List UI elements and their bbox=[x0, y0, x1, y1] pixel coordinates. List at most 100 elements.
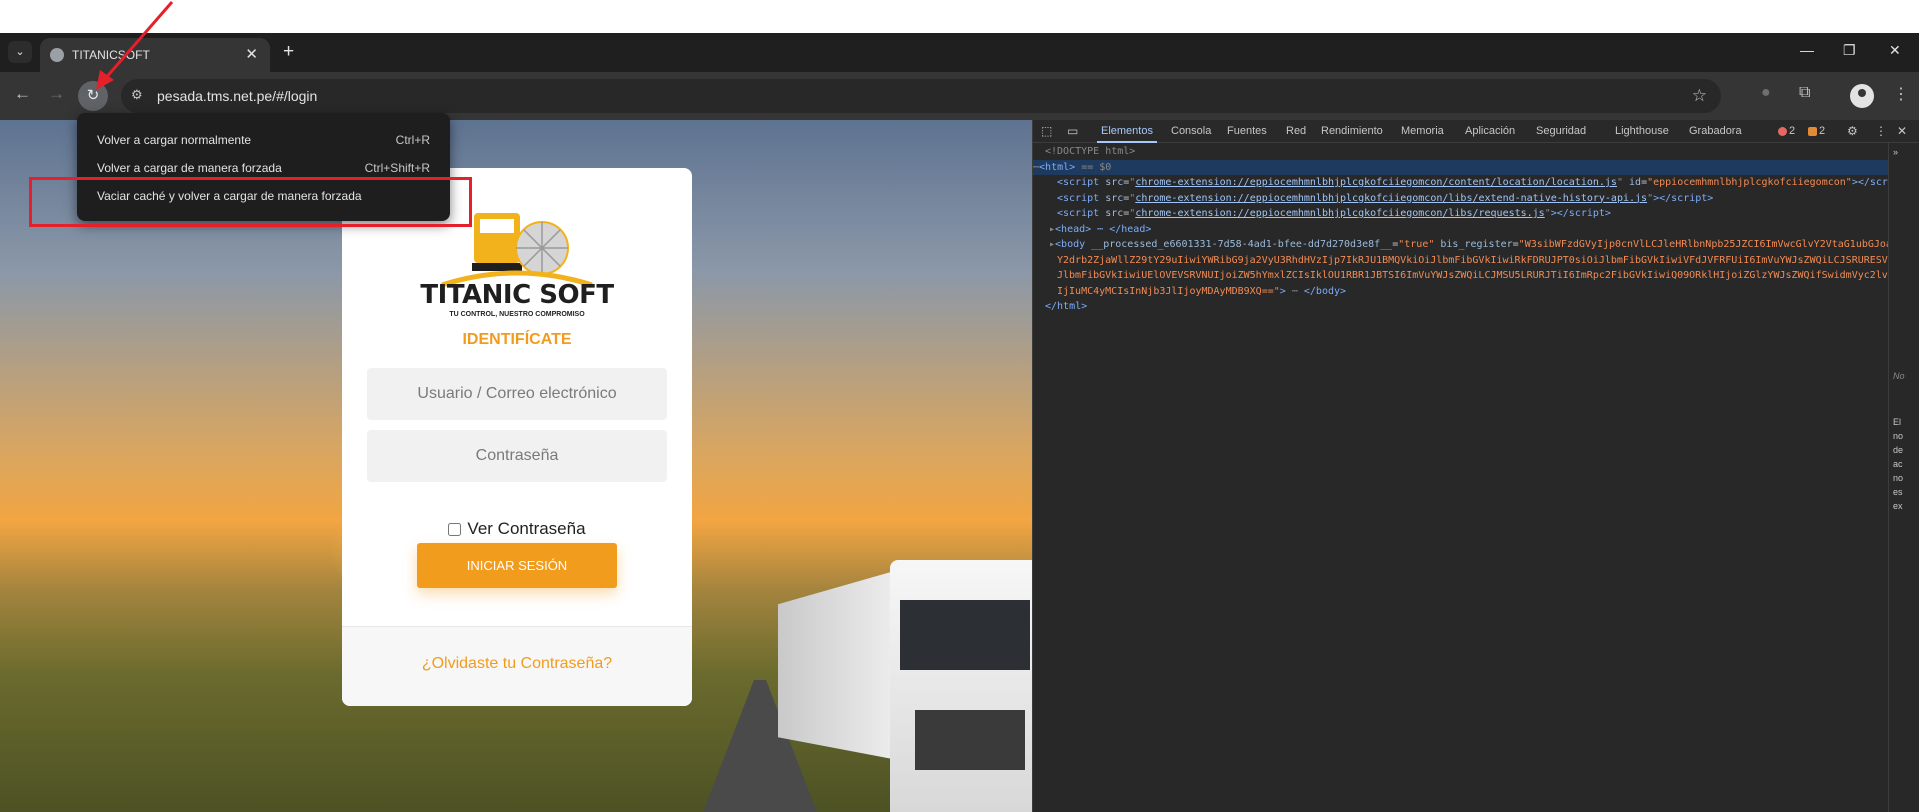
back-icon[interactable]: ← bbox=[14, 84, 31, 104]
extension-robot-icon[interactable]: ● bbox=[1761, 84, 1771, 102]
body-close-tag: </body> bbox=[1303, 285, 1347, 297]
side-text-7: ex bbox=[1893, 501, 1903, 511]
active-tab-indicator bbox=[1097, 141, 1157, 143]
tree-line-body-cont-3: IjIuMC4yMCIsInNjb3JlIjoyMDAyMDB9XQ=="> ⋯… bbox=[1057, 285, 1347, 297]
doctype-text: <!DOCTYPE html> bbox=[1045, 146, 1136, 157]
devtools-tab-recorder[interactable]: Grabadora bbox=[1689, 125, 1742, 137]
username-input[interactable] bbox=[367, 368, 667, 420]
devtools-tab-performance[interactable]: Rendimiento bbox=[1321, 125, 1383, 137]
kebab-menu-icon[interactable]: ⋮ bbox=[1893, 84, 1909, 104]
close-window-icon[interactable]: ✕ bbox=[1889, 42, 1901, 59]
profile-avatar[interactable] bbox=[1850, 84, 1874, 108]
selected-node-marker: == $0 bbox=[1081, 161, 1112, 173]
warning-count-badge[interactable]: 2 bbox=[1808, 125, 1825, 137]
login-card: TITANIC SOFT TU CONTROL, NUESTRO COMPROM… bbox=[342, 168, 692, 706]
bis-register-value-1: "W3sibWFzdGVyIjp0cnVlLCJleHRlbnNpb25JZCI… bbox=[1518, 239, 1888, 250]
tree-line-script-2[interactable]: <script src="chrome-extension://eppiocem… bbox=[1033, 191, 1888, 207]
tree-line-body-cont-1: Y2drb2ZjaWllZ29tY29uIiwiYWRibG9ja2VyU3Rh… bbox=[1033, 253, 1888, 269]
body-processed-attr: __processed_e6601331-7d58-4ad1-bfee-dd7d… bbox=[1091, 239, 1393, 250]
side-text-6: es bbox=[1893, 487, 1903, 497]
card-footer: ¿Olvidaste tu Contraseña? bbox=[342, 626, 692, 706]
truck-cab-image bbox=[890, 560, 1032, 812]
side-text-3: de bbox=[1893, 445, 1904, 455]
tree-line-html-close[interactable]: </html> bbox=[1033, 299, 1888, 315]
login-heading: IDENTIFÍCATE bbox=[462, 331, 572, 348]
devtools-tab-bar: ⬚ ▭ Elementos Consola Fuentes Red Rendim… bbox=[1033, 120, 1919, 143]
address-bar[interactable]: ⚙ pesada.tms.net.pe/#/login ☆ bbox=[121, 79, 1721, 113]
red-arrow-annotation bbox=[96, 1, 174, 90]
devtools-tab-console[interactable]: Consola bbox=[1171, 125, 1211, 137]
show-password-checkbox[interactable] bbox=[448, 523, 462, 537]
expand-pane-icon[interactable]: » bbox=[1893, 145, 1898, 159]
password-input[interactable] bbox=[367, 430, 667, 482]
show-password-label: Ver Contraseña bbox=[467, 519, 586, 538]
error-count-badge[interactable]: 2 bbox=[1778, 125, 1795, 137]
head-tag: <head> ⋯ </head> bbox=[1055, 223, 1152, 235]
tree-line-body-cont-2: JlbmFibGVkIiwiUElOVEVSRVNUIjoiZW5hYmxlZC… bbox=[1033, 268, 1888, 284]
device-toolbar-icon[interactable]: ▭ bbox=[1067, 124, 1078, 138]
truck-trailer-image bbox=[778, 570, 898, 760]
menu-shortcut-hard-reload: Ctrl+Shift+R bbox=[364, 161, 430, 175]
login-button[interactable]: INICIAR SESIÓN bbox=[417, 543, 617, 588]
brand-slogan: TU CONTROL, NUESTRO COMPROMISO bbox=[449, 311, 585, 318]
error-icon bbox=[1778, 126, 1787, 136]
menu-item-normal-reload[interactable]: Volver a cargar normalmente bbox=[97, 133, 251, 147]
tree-line-script-1[interactable]: <script src="chrome-extension://eppiocem… bbox=[1033, 175, 1888, 191]
devtools-menu-icon[interactable]: ⋮ bbox=[1875, 124, 1887, 138]
side-text-4: ac bbox=[1893, 459, 1903, 469]
devtools-tab-security[interactable]: Seguridad bbox=[1536, 125, 1586, 137]
inspect-element-icon[interactable]: ⬚ bbox=[1041, 124, 1052, 138]
bis-register-value-2: Y2drb2ZjaWllZ29tY29uIiwiYWRibG9ja2VyU3Rh… bbox=[1057, 254, 1888, 266]
devtools-tab-elements[interactable]: Elementos bbox=[1101, 125, 1153, 137]
side-text-1: El bbox=[1893, 417, 1902, 427]
globe-icon bbox=[50, 48, 64, 62]
devtools-tab-network[interactable]: Red bbox=[1286, 125, 1306, 137]
body-processed-value: "true" bbox=[1398, 239, 1435, 250]
script-2-src-link[interactable]: chrome-extension://eppiocemhmnlbhjplcgko… bbox=[1135, 193, 1647, 204]
tree-line-script-3[interactable]: <script src="chrome-extension://eppiocem… bbox=[1033, 206, 1888, 222]
new-tab-button[interactable]: + bbox=[283, 41, 294, 63]
html-close-tag: </html> bbox=[1045, 301, 1088, 312]
devtools-close-icon[interactable]: ✕ bbox=[1897, 124, 1907, 138]
show-password-row: Ver Contraseña bbox=[342, 519, 692, 539]
restore-icon[interactable]: ❐ bbox=[1843, 42, 1856, 59]
menu-item-hard-reload[interactable]: Volver a cargar de manera forzada bbox=[97, 161, 282, 175]
tab-search-button[interactable]: ⌄ bbox=[8, 41, 32, 63]
tree-line-html[interactable]: ⋯<html> == $0 bbox=[1033, 159, 1888, 175]
elements-tree: <!DOCTYPE html> ⋯<html> == $0 <script sr… bbox=[1033, 144, 1888, 315]
script-3-src-link[interactable]: chrome-extension://eppiocemhmnlbhjplcgko… bbox=[1135, 208, 1544, 219]
url-text[interactable]: pesada.tms.net.pe/#/login bbox=[157, 88, 317, 104]
close-tab-icon[interactable]: ✕ bbox=[245, 45, 258, 63]
tree-line-body[interactable]: ▸<body __processed_e6601331-7d58-4ad1-bf… bbox=[1033, 237, 1888, 253]
forward-icon[interactable]: → bbox=[48, 84, 65, 104]
forgot-password-link[interactable]: ¿Olvidaste tu Contraseña? bbox=[342, 655, 692, 673]
red-highlight-annotation bbox=[29, 177, 472, 227]
desktop-top-area bbox=[0, 0, 1919, 33]
minimize-icon[interactable]: — bbox=[1800, 42, 1814, 58]
devtools-tab-memory[interactable]: Memoria bbox=[1401, 125, 1444, 137]
warning-icon bbox=[1808, 126, 1817, 136]
side-text-5: no bbox=[1893, 473, 1904, 483]
script-1-src-link[interactable]: chrome-extension://eppiocemhmnlbhjplcgko… bbox=[1135, 177, 1617, 188]
side-text-2: no bbox=[1893, 431, 1904, 441]
html-open-tag: <html> bbox=[1039, 161, 1076, 173]
bis-register-value-4: IjIuMC4yMCIsInNjb3JlIjoyMDAyMDB9XQ==" bbox=[1057, 285, 1280, 297]
tree-line-doctype[interactable]: <!DOCTYPE html> bbox=[1033, 144, 1888, 160]
devtools-tab-application[interactable]: Aplicación bbox=[1465, 125, 1515, 137]
tree-line-head[interactable]: ▸<head> ⋯ </head> bbox=[1033, 222, 1888, 238]
devtools-tab-lighthouse[interactable]: Lighthouse bbox=[1615, 125, 1669, 137]
devtools-tab-sources[interactable]: Fuentes bbox=[1227, 125, 1267, 137]
bookmark-star-icon[interactable]: ☆ bbox=[1692, 86, 1707, 106]
warning-count: 2 bbox=[1819, 125, 1826, 137]
script-1-id: eppiocemhmnlbhjplcgkofciiegomcon bbox=[1653, 177, 1846, 188]
extensions-puzzle-icon[interactable]: ⧉ bbox=[1799, 84, 1810, 102]
tab-strip: ⌄ TITANICSOFT ✕ + — ❐ ✕ bbox=[0, 33, 1919, 72]
bis-register-value-3: JlbmFibGVkIiwiUElOVEVSRVNUIjoiZW5hYmxlZC… bbox=[1057, 270, 1888, 281]
devtools-settings-icon[interactable]: ⚙ bbox=[1847, 124, 1858, 138]
devtools-panel: ⬚ ▭ Elementos Consola Fuentes Red Rendim… bbox=[1032, 120, 1919, 812]
side-filter-text: No bbox=[1893, 371, 1905, 381]
truck-grill bbox=[915, 710, 1025, 770]
error-count: 2 bbox=[1789, 125, 1796, 137]
truck-windshield bbox=[900, 600, 1030, 670]
brand-name: TITANIC SOFT bbox=[420, 280, 614, 310]
